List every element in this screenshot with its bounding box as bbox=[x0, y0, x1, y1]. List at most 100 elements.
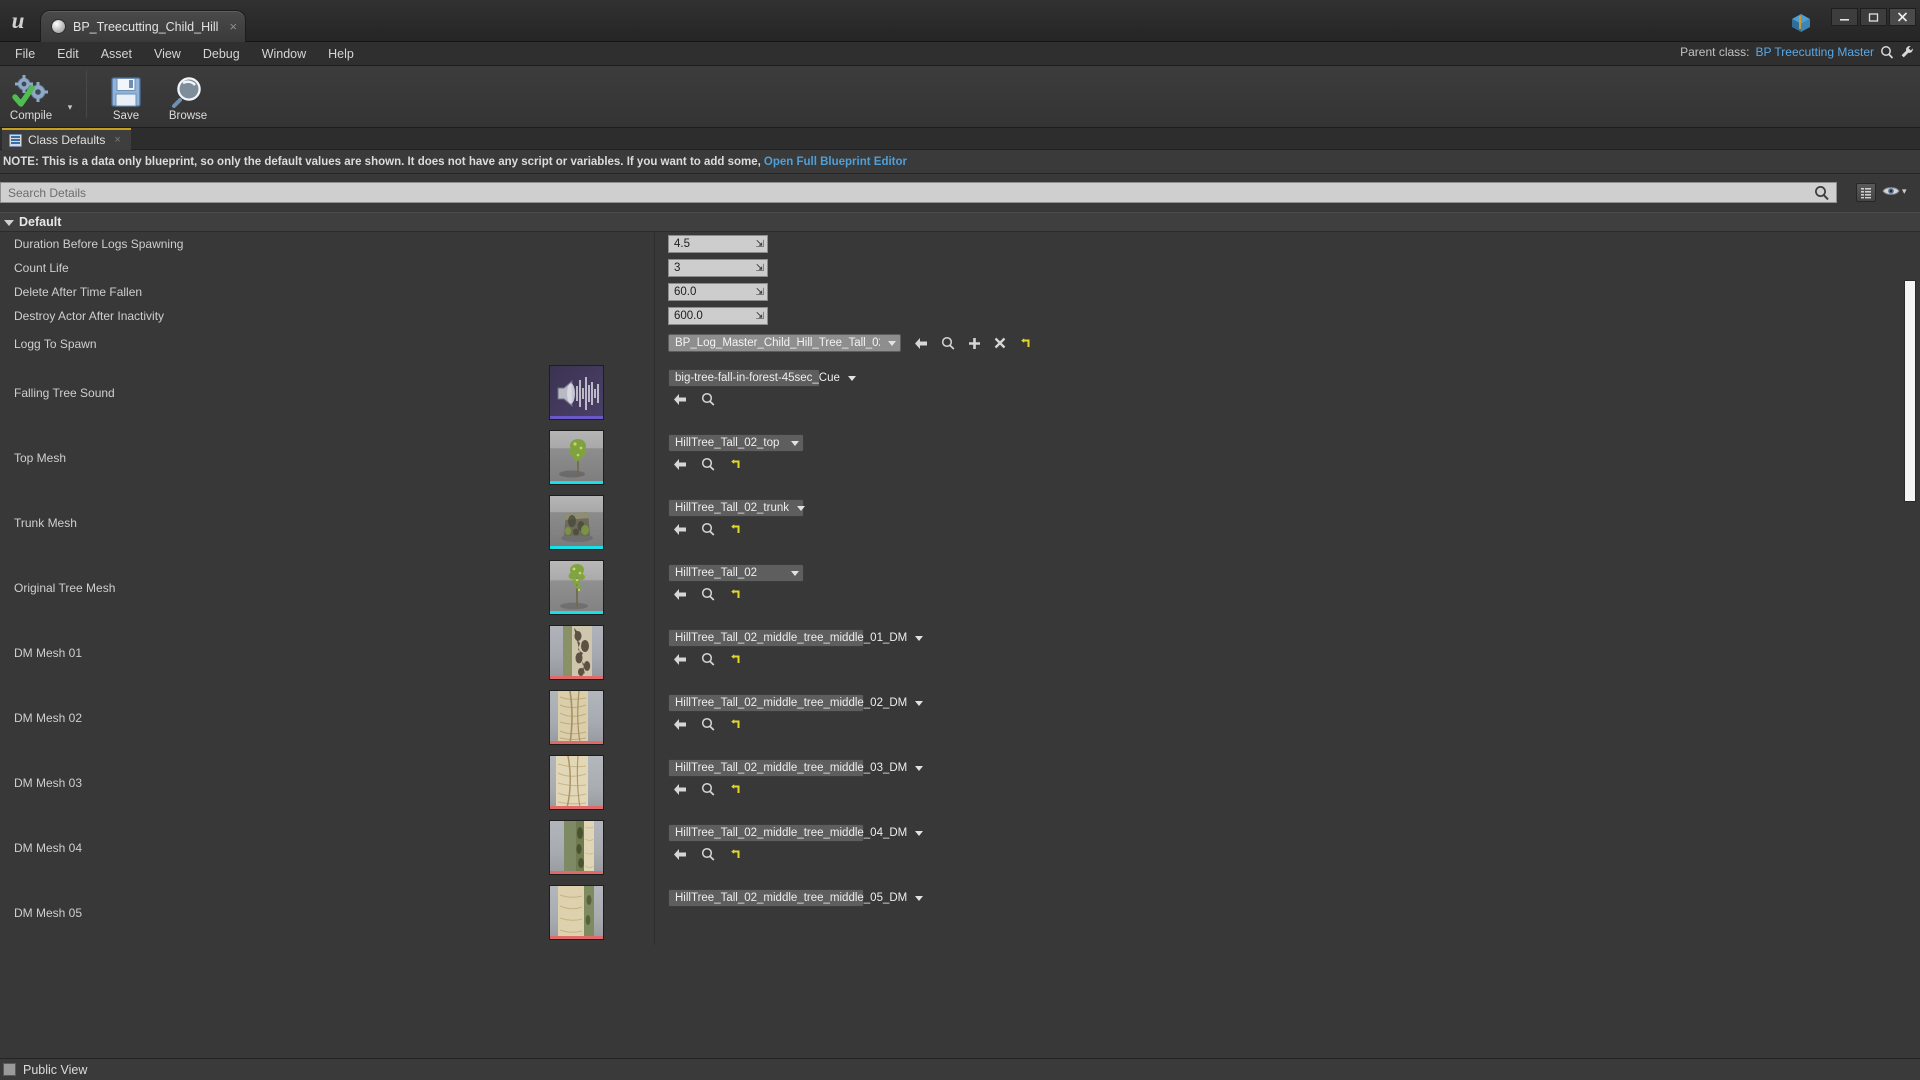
sound-picker-combo[interactable]: big-tree-fall-in-forest-45sec_Cue bbox=[668, 369, 856, 387]
chevron-down-icon bbox=[915, 635, 924, 641]
asset-thumbnail[interactable] bbox=[549, 885, 604, 940]
table-row: Trunk Mesh HillTree_Tall_02_trunk bbox=[0, 490, 1898, 555]
asset-thumbnail[interactable] bbox=[549, 560, 604, 615]
use-selected-asset-icon[interactable] bbox=[673, 458, 687, 471]
grid-view-toggle[interactable] bbox=[1856, 183, 1876, 202]
row-divider bbox=[654, 555, 655, 620]
menu-view[interactable]: View bbox=[143, 44, 192, 64]
details-scrollbar[interactable] bbox=[1904, 236, 1916, 826]
use-selected-asset-icon[interactable] bbox=[673, 848, 687, 861]
numeric-spinner-icon[interactable]: ⇲ bbox=[756, 239, 764, 250]
reset-to-default-icon[interactable] bbox=[1019, 337, 1031, 349]
asset-thumbnail[interactable] bbox=[549, 820, 604, 875]
menu-window[interactable]: Window bbox=[251, 44, 317, 64]
browse-button[interactable]: Browse bbox=[157, 70, 219, 122]
maximize-button[interactable] bbox=[1860, 8, 1887, 26]
menu-asset[interactable]: Asset bbox=[90, 44, 143, 64]
browse-asset-icon[interactable] bbox=[701, 392, 715, 406]
browse-asset-icon[interactable] bbox=[941, 336, 955, 350]
public-view-checkbox[interactable] bbox=[3, 1063, 16, 1076]
browse-asset-icon[interactable] bbox=[701, 522, 715, 536]
add-element-icon[interactable] bbox=[968, 337, 981, 350]
menu-debug[interactable]: Debug bbox=[192, 44, 251, 64]
asset-thumbnail[interactable] bbox=[549, 625, 604, 680]
reset-to-default-icon[interactable] bbox=[729, 848, 741, 860]
asset-thumbnail[interactable] bbox=[549, 430, 604, 485]
dm-mesh-picker-value: HillTree_Tall_02_middle_tree_middle_01_D… bbox=[675, 632, 908, 644]
numeric-spinner-icon[interactable]: ⇲ bbox=[756, 287, 764, 298]
tab-close-icon[interactable]: × bbox=[114, 134, 120, 146]
dm-mesh-picker-combo[interactable]: HillTree_Tall_02_middle_tree_middle_05_D… bbox=[668, 889, 924, 907]
numeric-input[interactable]: 60.0 ⇲ bbox=[668, 283, 768, 301]
class-picker-combo[interactable]: BP_Log_Master_Child_Hill_Tree_Tall_02_lo… bbox=[668, 334, 901, 352]
category-expand-icon[interactable] bbox=[4, 220, 14, 226]
parent-class-wrench-icon[interactable] bbox=[1900, 45, 1914, 59]
use-selected-asset-icon[interactable] bbox=[673, 393, 687, 406]
use-selected-asset-icon[interactable] bbox=[673, 783, 687, 796]
tab-class-defaults[interactable]: Class Defaults × bbox=[2, 128, 131, 150]
browse-asset-icon[interactable] bbox=[701, 587, 715, 601]
dm-mesh-picker-combo[interactable]: HillTree_Tall_02_middle_tree_middle_03_D… bbox=[668, 759, 924, 777]
view-options-button[interactable]: ▾ bbox=[1882, 184, 1907, 198]
numeric-spinner-icon[interactable]: ⇲ bbox=[756, 311, 764, 322]
use-selected-asset-icon[interactable] bbox=[673, 523, 687, 536]
browse-asset-icon[interactable] bbox=[701, 847, 715, 861]
menu-help[interactable]: Help bbox=[317, 44, 365, 64]
numeric-input[interactable]: 3 ⇲ bbox=[668, 259, 768, 277]
dm-mesh-picker-combo[interactable]: HillTree_Tall_02_middle_tree_middle_01_D… bbox=[668, 629, 924, 647]
property-label: Logg To Spawn bbox=[14, 337, 97, 351]
title-bar: u BP_Treecutting_Child_Hill × bbox=[0, 0, 1920, 42]
save-button[interactable]: Save bbox=[95, 70, 157, 122]
asset-thumbnail[interactable] bbox=[549, 495, 604, 550]
use-selected-asset-icon[interactable] bbox=[914, 337, 928, 350]
browse-asset-icon[interactable] bbox=[701, 782, 715, 796]
reset-to-default-icon[interactable] bbox=[729, 523, 741, 535]
clear-asset-icon[interactable] bbox=[994, 337, 1006, 349]
reset-to-default-icon[interactable] bbox=[729, 458, 741, 470]
chevron-down-icon bbox=[847, 375, 856, 381]
asset-thumbnail[interactable] bbox=[549, 690, 604, 745]
asset-tab[interactable]: BP_Treecutting_Child_Hill × bbox=[40, 10, 247, 42]
category-header-default[interactable]: Default bbox=[0, 212, 1920, 232]
dm-mesh-picker-combo[interactable]: HillTree_Tall_02_middle_tree_middle_04_D… bbox=[668, 824, 924, 842]
asset-action-row bbox=[668, 717, 864, 731]
dm-mesh-picker-combo[interactable]: HillTree_Tall_02_middle_tree_middle_02_D… bbox=[668, 694, 924, 712]
browse-asset-icon[interactable] bbox=[701, 717, 715, 731]
compile-dropdown-button[interactable]: ▾ bbox=[62, 102, 78, 113]
menu-edit[interactable]: Edit bbox=[46, 44, 90, 64]
mesh-picker-combo[interactable]: HillTree_Tall_02_trunk bbox=[668, 499, 805, 517]
minimize-button[interactable] bbox=[1831, 8, 1858, 26]
property-value: 4.5 ⇲ bbox=[668, 235, 768, 253]
open-full-blueprint-editor-link[interactable]: Open Full Blueprint Editor bbox=[764, 156, 907, 168]
table-row: Original Tree Mesh HillTree_Tall_02 bbox=[0, 555, 1898, 620]
details-scrollbar-thumb[interactable] bbox=[1904, 280, 1916, 502]
use-selected-asset-icon[interactable] bbox=[673, 588, 687, 601]
browse-asset-icon[interactable] bbox=[701, 457, 715, 471]
asset-thumbnail[interactable] bbox=[549, 365, 604, 420]
reset-to-default-icon[interactable] bbox=[729, 588, 741, 600]
use-selected-asset-icon[interactable] bbox=[673, 653, 687, 666]
numeric-input[interactable]: 600.0 ⇲ bbox=[668, 307, 768, 325]
compile-button[interactable]: Compile bbox=[0, 70, 62, 122]
browse-asset-icon[interactable] bbox=[701, 652, 715, 666]
row-divider bbox=[654, 280, 655, 305]
reset-to-default-icon[interactable] bbox=[729, 783, 741, 795]
asset-tab-close-icon[interactable]: × bbox=[225, 19, 237, 34]
search-icon[interactable] bbox=[1814, 185, 1830, 206]
reset-to-default-icon[interactable] bbox=[729, 653, 741, 665]
reset-to-default-icon[interactable] bbox=[729, 718, 741, 730]
table-row: Delete After Time Fallen 60.0 ⇲ bbox=[0, 280, 1898, 305]
search-input[interactable]: Search Details bbox=[0, 182, 1837, 203]
close-button[interactable] bbox=[1889, 8, 1916, 26]
property-value: 3 ⇲ bbox=[668, 259, 768, 277]
mesh-picker-combo[interactable]: HillTree_Tall_02_top bbox=[668, 434, 804, 452]
numeric-spinner-icon[interactable]: ⇲ bbox=[756, 263, 764, 274]
parent-class-link[interactable]: BP Treecutting Master bbox=[1756, 45, 1875, 59]
numeric-input[interactable]: 4.5 ⇲ bbox=[668, 235, 768, 253]
parent-class-search-icon[interactable] bbox=[1880, 45, 1894, 59]
use-selected-asset-icon[interactable] bbox=[673, 718, 687, 731]
table-row: Destroy Actor After Inactivity 600.0 ⇲ bbox=[0, 304, 1898, 329]
mesh-picker-combo[interactable]: HillTree_Tall_02 bbox=[668, 564, 804, 582]
asset-thumbnail[interactable] bbox=[549, 755, 604, 810]
menu-file[interactable]: File bbox=[4, 44, 46, 64]
